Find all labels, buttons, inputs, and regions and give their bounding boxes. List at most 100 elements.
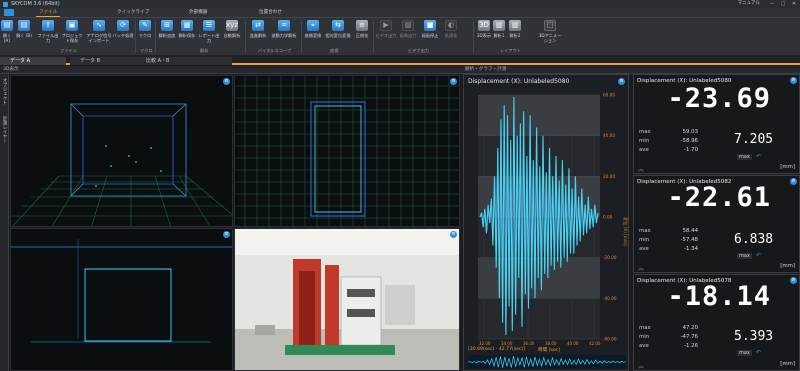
analog-import-button[interactable]: ∿ アナログ信号インポート [86, 20, 112, 46]
readout-big-value: -18.14 [667, 281, 771, 312]
max-value: 47.20 [682, 325, 698, 331]
image-out-icon: ▨ [402, 20, 414, 31]
ribbon-tab-file[interactable]: ファイル [36, 9, 61, 17]
normalize-icon: ≡ [356, 20, 368, 31]
file-menu-button[interactable] [4, 9, 14, 16]
project-save-button[interactable]: ▣ プロジェクト保存 [60, 20, 84, 46]
y-axis-label: 変位 (X) [mm] [622, 217, 628, 246]
chevron-up-icon[interactable]: ︽ [638, 263, 644, 272]
slow-button[interactable]: ◐ 低速化 [441, 20, 461, 46]
mode-select[interactable]: max [737, 253, 752, 259]
ribbon-tab-quicklive[interactable]: クイックライブ [114, 9, 152, 17]
folder-icon: ▤ [1, 20, 13, 31]
3d-view-header: 3D表示 [3, 67, 19, 72]
3d-view-button[interactable]: 3D 3D表示 [476, 20, 492, 46]
3d-front-view[interactable]: ≡ [234, 75, 460, 227]
3d-perspective-view[interactable]: ≡ [10, 75, 233, 227]
mode-select[interactable]: max [737, 350, 752, 356]
x-tick-label: 38.00 [545, 341, 557, 346]
pane-menu-button[interactable]: ≡ [450, 78, 457, 85]
layout-1-icon: ▥ [493, 20, 505, 31]
tab-data-a[interactable]: データ A [0, 57, 66, 65]
y-tick-label: -20.00 [603, 255, 617, 260]
3d-side-view[interactable]: ≡ [10, 228, 233, 371]
reset-icon[interactable]: ↶ [756, 349, 761, 356]
readout-big-value: -23.69 [667, 83, 771, 114]
tab-compare[interactable]: 比較 A・B [136, 57, 232, 65]
x-tick-label: 36.00 [523, 341, 535, 346]
min-value: -58.96 [680, 138, 698, 144]
report-button[interactable]: ☰ レポート出力 [197, 20, 221, 46]
ribbon-separator [155, 21, 156, 53]
add-analysis-button[interactable]: ⊞ 解析追加 [157, 20, 177, 46]
mini-overview-svg[interactable] [468, 355, 626, 369]
coordinate-button[interactable]: ⌖ 座標変換 [303, 20, 323, 46]
side-strip: オブジェクト 計測レイヤー [0, 74, 9, 371]
auto-analysis-button[interactable]: xyz 自動解析 [221, 20, 243, 46]
chart-menu-button[interactable]: ≡ [618, 78, 625, 85]
3d-icon: 3D [478, 20, 490, 31]
tab-data-b[interactable]: データ B [70, 57, 136, 65]
mode-select[interactable]: max [737, 154, 752, 160]
displacement-chart-pane[interactable]: Displacement (X): Unlabeled5080 ≡ 60.00 4… [463, 74, 629, 371]
layout-2-button[interactable]: ▥ 解析2 [506, 20, 524, 46]
video-camera-view[interactable]: ≡ [234, 228, 460, 371]
batch-button[interactable]: ⟳ バッチ処理 [112, 20, 134, 46]
ribbon-tab-alignment[interactable]: 位置合わせ [256, 9, 285, 17]
readout-menu-button[interactable]: ≡ [790, 77, 797, 84]
min-label: min [639, 138, 650, 144]
image-out-button[interactable]: ▨ 画像出力 [397, 20, 419, 46]
side-tab-objects[interactable]: オブジェクト [1, 78, 7, 105]
readout-menu-button[interactable]: ≡ [790, 178, 797, 185]
max-value: 58.44 [682, 228, 698, 234]
readout-big-value: -22.61 [667, 182, 771, 213]
side-tab-layers[interactable]: 計測レイヤー [1, 116, 7, 143]
export-icon: ⇪ [42, 20, 54, 31]
video-out-button[interactable]: ▶ ビデオ出力 [375, 20, 397, 46]
translation-button[interactable]: ⇄ 並進解析 [247, 20, 269, 46]
chart-svg: 60.00 40.00 20.00 0.00 -20.00 -40.00 -60.00 32.… [478, 93, 628, 346]
normalize-button[interactable]: ≡ 正規化 [353, 20, 371, 46]
reset-icon[interactable]: ↶ [756, 252, 761, 259]
open-a-button[interactable]: ▤ 開く (A) [0, 20, 14, 46]
min-value: -47.76 [680, 334, 698, 340]
slow-icon: ◐ [445, 20, 457, 31]
ribbon-separator [473, 21, 474, 53]
add-analysis-icon: ⊞ [161, 20, 173, 31]
open-b-button[interactable]: ▤ 開く (B) [14, 20, 34, 46]
group-label-file: ファイル [60, 48, 77, 53]
reset-icon[interactable]: ↶ [756, 153, 761, 160]
file-export-button[interactable]: ⇪ ファイル出力 [36, 20, 60, 46]
group-label-vitalscope: バイタルスコープ [258, 48, 292, 53]
3d-animation-button[interactable]: ⬚ 3Dアニメーション [538, 20, 562, 46]
plot-band [478, 95, 600, 136]
pane-menu-button[interactable]: ≡ [223, 231, 230, 238]
record-stop-button[interactable]: ■ 録画停止 [419, 20, 441, 46]
chevron-up-icon[interactable]: ︽ [638, 164, 644, 173]
close-icon[interactable]: ✕ [788, 0, 800, 8]
ribbon: ▤ 開く (A) ▤ 開く (B) ⇪ ファイル出力 ▣ プロジェクト保存 ∿ アナログ信… [0, 18, 800, 56]
chevron-up-icon[interactable]: ︽ [638, 361, 644, 370]
manual-link[interactable]: マニュアル [738, 0, 760, 8]
save-icon: ▣ [66, 20, 78, 31]
y-tick-label: -40.00 [603, 296, 617, 301]
ribbon-separator [245, 21, 246, 53]
readout-menu-button[interactable]: ≡ [790, 277, 797, 284]
folder-icon: ▤ [18, 20, 30, 31]
pane-menu-button[interactable]: ≡ [223, 78, 230, 85]
side-view-svg [11, 239, 232, 343]
ribbon-separator [135, 21, 136, 53]
wave-icon: ♒ [278, 20, 290, 31]
ribbon-tab-external[interactable]: 外部機器 [186, 9, 210, 17]
relative-button[interactable]: ⇆ 相対変位変換 [323, 20, 353, 46]
max-label: max [639, 129, 651, 135]
readout-panel-5082: Displacement (X): Unlabeled5082 ≡ -22.61… [633, 175, 800, 273]
ave-value: -1.70 [684, 147, 698, 153]
pane-menu-button[interactable]: ≡ [450, 231, 457, 238]
macro-button[interactable]: ✎ マクロ [137, 20, 153, 46]
save-analysis-button[interactable]: ▦ 解析保存 [177, 20, 197, 46]
wave-analysis-button[interactable]: ♒ 波動力学解析 [269, 20, 299, 46]
layout-1-button[interactable]: ▥ 解析1 [492, 20, 506, 46]
x-tick-label: 34.00 [501, 341, 513, 346]
ave-label: ave [639, 246, 649, 252]
